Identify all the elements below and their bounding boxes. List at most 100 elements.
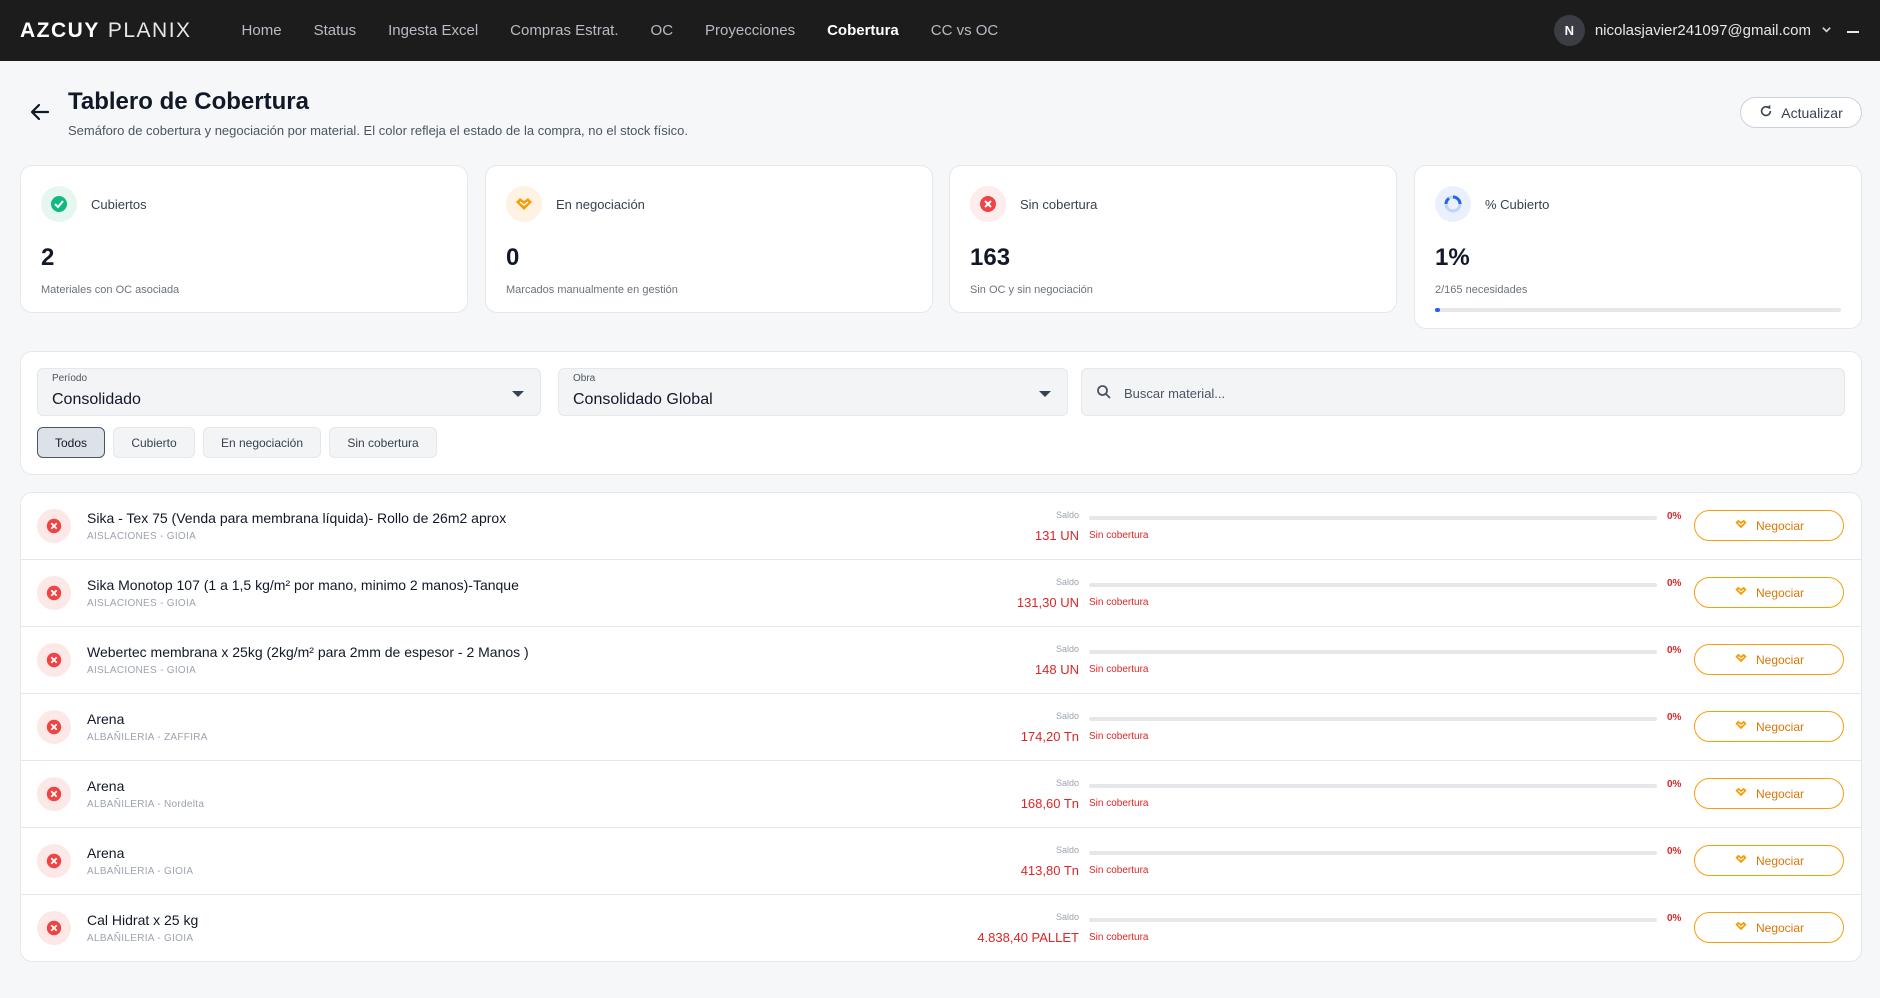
negociar-label: Negociar	[1755, 719, 1805, 734]
negociar-label: Negociar	[1755, 585, 1805, 600]
periodo-value: Consolidado	[52, 391, 141, 408]
saldo-label: Saldo	[1055, 845, 1079, 855]
table-row[interactable]: Sika - Tex 75 (Venda para membrana líqui…	[21, 493, 1861, 560]
negociar-button[interactable]: Negociar	[1694, 577, 1844, 608]
kpi-card-porcentaje-cubierto: % Cubierto 1% 2/165 necesidades	[1414, 165, 1862, 329]
material-category: ALBAÑILERIA - ZAFFIRA	[87, 732, 208, 743]
saldo-value: 413,80 Tn	[1020, 863, 1079, 878]
chip-todos[interactable]: Todos	[37, 427, 105, 458]
kpi-card-sin-cobertura: Sin cobertura 163 Sin OC y sin negociaci…	[949, 165, 1397, 313]
user-menu[interactable]: N nicolasjavier241097@gmail.com	[1553, 0, 1832, 61]
handshake-icon	[1734, 852, 1748, 869]
kpi-label: Sin cobertura	[1020, 196, 1098, 212]
coverage-bar	[1089, 918, 1657, 922]
material-list: Sika - Tex 75 (Venda para membrana líqui…	[20, 492, 1862, 962]
status-badge: Sin cobertura	[1089, 664, 1149, 675]
coverage-percent: 0%	[1667, 511, 1682, 522]
x-circle-icon	[37, 911, 71, 945]
page-subtitle: Semáforo de cobertura y negociación por …	[68, 123, 688, 138]
negociar-button[interactable]: Negociar	[1694, 912, 1844, 943]
nav-compras-estrat[interactable]: Compras Estrat.	[494, 0, 634, 61]
periodo-label: Período	[52, 373, 88, 384]
status-badge: Sin cobertura	[1089, 731, 1149, 742]
table-row[interactable]: Webertec membrana x 25kg (2kg/m² para 2m…	[21, 627, 1861, 694]
caret-down-icon	[1039, 391, 1051, 397]
saldo-value: 131,30 UN	[1016, 595, 1079, 610]
negociar-label: Negociar	[1755, 786, 1805, 801]
table-row[interactable]: Sika Monotop 107 (1 a 1,5 kg/m² por mano…	[21, 560, 1861, 627]
material-name: Arena	[87, 778, 125, 794]
material-category: AISLACIONES - GIOIA	[87, 531, 197, 542]
nav-cc-vs-oc[interactable]: CC vs OC	[915, 0, 1015, 61]
top-navbar: AZCUY PLANIX Home Status Ingesta Excel C…	[0, 0, 1880, 61]
back-arrow-icon[interactable]	[28, 100, 52, 124]
negociar-label: Negociar	[1755, 920, 1805, 935]
table-row[interactable]: Arena ALBAÑILERIA - ZAFFIRA Saldo 174,20…	[21, 694, 1861, 761]
table-row[interactable]: Arena ALBAÑILERIA - GIOIA Saldo 413,80 T…	[21, 828, 1861, 895]
kpi-description: Materiales con OC asociada	[41, 284, 180, 296]
x-circle-icon	[37, 844, 71, 878]
table-row[interactable]: Arena ALBAÑILERIA - Nordelta Saldo 168,6…	[21, 761, 1861, 828]
negociar-button[interactable]: Negociar	[1694, 644, 1844, 675]
coverage-progress-fill	[1435, 308, 1440, 312]
search-input[interactable]	[1124, 381, 1824, 405]
material-category: ALBAÑILERIA - GIOIA	[87, 866, 194, 877]
periodo-select[interactable]: Período Consolidado	[37, 368, 541, 416]
chip-en-negociacion[interactable]: En negociación	[203, 427, 321, 458]
status-badge: Sin cobertura	[1089, 865, 1149, 876]
material-name: Arena	[87, 845, 125, 861]
x-circle-icon	[37, 643, 71, 677]
handshake-icon	[1734, 718, 1748, 735]
kpi-description: Sin OC y sin negociación	[970, 284, 1093, 296]
kpi-value: 2	[41, 244, 55, 271]
refresh-label: Actualizar	[1781, 104, 1843, 121]
negociar-label: Negociar	[1755, 853, 1805, 868]
saldo-label: Saldo	[1055, 912, 1079, 922]
coverage-percent: 0%	[1667, 846, 1682, 857]
negociar-button[interactable]: Negociar	[1694, 778, 1844, 809]
check-circle-icon	[41, 186, 77, 222]
obra-select[interactable]: Obra Consolidado Global	[558, 368, 1068, 416]
kpi-description: 2/165 necesidades	[1435, 284, 1528, 296]
coverage-bar	[1089, 717, 1657, 721]
material-category: ALBAÑILERIA - Nordelta	[87, 799, 205, 810]
minimize-icon[interactable]	[1846, 18, 1860, 39]
kpi-label: En negociación	[556, 196, 645, 212]
saldo-value: 174,20 Tn	[1020, 729, 1079, 744]
saldo-label: Saldo	[1055, 778, 1079, 788]
negociar-button[interactable]: Negociar	[1694, 510, 1844, 541]
coverage-percent: 0%	[1667, 913, 1682, 924]
negociar-button[interactable]: Negociar	[1694, 711, 1844, 742]
search-box	[1081, 368, 1845, 416]
negociar-button[interactable]: Negociar	[1694, 845, 1844, 876]
material-name: Sika - Tex 75 (Venda para membrana líqui…	[87, 510, 507, 526]
handshake-icon	[506, 186, 542, 222]
page-title: Tablero de Cobertura	[68, 88, 309, 115]
status-badge: Sin cobertura	[1089, 932, 1149, 943]
coverage-bar	[1089, 650, 1657, 654]
table-row[interactable]: Cal Hidrat x 25 kg ALBAÑILERIA - GIOIA S…	[21, 895, 1861, 961]
nav-ingesta-excel[interactable]: Ingesta Excel	[372, 0, 494, 61]
material-name: Arena	[87, 711, 125, 727]
brand-light: PLANIX	[107, 18, 192, 42]
coverage-percent: 0%	[1667, 779, 1682, 790]
material-category: AISLACIONES - GIOIA	[87, 665, 197, 676]
refresh-button[interactable]: Actualizar	[1740, 97, 1862, 128]
kpi-label: Cubiertos	[91, 196, 147, 212]
saldo-label: Saldo	[1055, 510, 1079, 520]
obra-label: Obra	[573, 373, 596, 384]
nav-home[interactable]: Home	[226, 0, 298, 61]
nav-proyecciones[interactable]: Proyecciones	[689, 0, 811, 61]
brand-logo[interactable]: AZCUY PLANIX	[20, 19, 192, 43]
obra-value: Consolidado Global	[573, 391, 713, 408]
chip-sin-cobertura[interactable]: Sin cobertura	[329, 427, 437, 458]
material-name: Webertec membrana x 25kg (2kg/m² para 2m…	[87, 644, 529, 660]
x-circle-icon	[37, 509, 71, 543]
coverage-bar	[1089, 516, 1657, 520]
chip-cubierto[interactable]: Cubierto	[113, 427, 195, 458]
saldo-label: Saldo	[1055, 644, 1079, 654]
nav-oc[interactable]: OC	[635, 0, 690, 61]
nav-status[interactable]: Status	[298, 0, 373, 61]
handshake-icon	[1734, 919, 1748, 936]
nav-cobertura[interactable]: Cobertura	[811, 0, 915, 61]
